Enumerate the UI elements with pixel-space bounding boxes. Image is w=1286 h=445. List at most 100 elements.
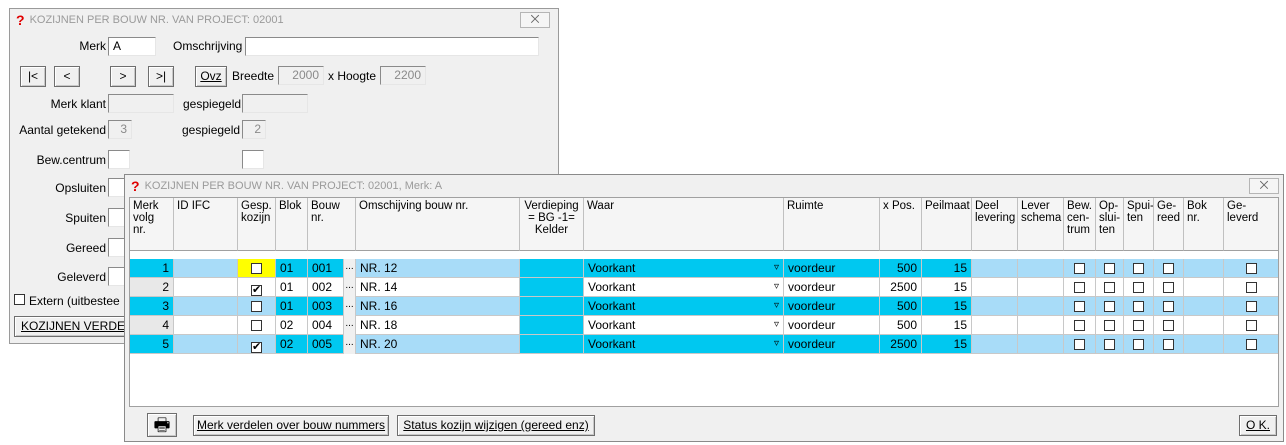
merk-verdelen-button[interactable]: Merk verdelen over bouw nummers: [193, 415, 389, 436]
hoogte-field[interactable]: 2200: [380, 66, 426, 85]
chevron-down-icon[interactable]: ▿: [774, 259, 779, 277]
table-cell[interactable]: voordeur: [784, 297, 880, 316]
table-cell[interactable]: 2500: [880, 335, 922, 354]
table-cell[interactable]: 4: [130, 316, 174, 335]
table-cell[interactable]: 2500: [880, 278, 922, 297]
table-cell[interactable]: NR. 18: [356, 316, 520, 335]
nav-last-button[interactable]: >|: [148, 66, 174, 87]
table-cell[interactable]: Voorkant ▿: [584, 335, 784, 354]
table-cell[interactable]: [1096, 335, 1124, 354]
table-cell[interactable]: [972, 297, 1018, 316]
table-cell[interactable]: [1018, 335, 1064, 354]
status-checkbox[interactable]: [1104, 282, 1115, 293]
bewcentrum-field[interactable]: [108, 150, 130, 169]
table-cell[interactable]: [972, 278, 1018, 297]
table-cell[interactable]: 15: [922, 316, 972, 335]
table-cell[interactable]: [1184, 316, 1224, 335]
table-cell[interactable]: [238, 297, 276, 316]
table-row[interactable]: 1 01 001... NR. 12 Voorkant ▿ voordeur 500 15: [130, 259, 1278, 278]
status-checkbox[interactable]: [1163, 339, 1174, 350]
table-cell[interactable]: Voorkant ▿: [584, 297, 784, 316]
status-checkbox[interactable]: [1133, 339, 1144, 350]
status-checkbox[interactable]: [1133, 320, 1144, 331]
breedte-field[interactable]: 2000: [278, 66, 324, 85]
table-cell[interactable]: 01: [276, 259, 308, 278]
gespiegeld-checkbox[interactable]: ✔: [251, 285, 262, 296]
ok-button[interactable]: O K.: [1239, 415, 1277, 436]
table-cell[interactable]: 02: [276, 335, 308, 354]
table-cell[interactable]: [1124, 335, 1154, 354]
table-cell[interactable]: 002: [308, 278, 344, 297]
table-cell[interactable]: 500: [880, 259, 922, 278]
table-cell[interactable]: [1124, 297, 1154, 316]
status-checkbox[interactable]: [1104, 263, 1115, 274]
table-cell[interactable]: 3: [130, 297, 174, 316]
table-cell[interactable]: 15: [922, 278, 972, 297]
table-cell[interactable]: [1154, 259, 1184, 278]
table-cell[interactable]: NR. 16: [356, 297, 520, 316]
table-cell[interactable]: [520, 259, 584, 278]
table-cell[interactable]: Voorkant ▿: [584, 259, 784, 278]
table-cell[interactable]: Voorkant ▿: [584, 278, 784, 297]
merk-klant-field[interactable]: [108, 94, 174, 113]
table-cell[interactable]: 1: [130, 259, 174, 278]
table-cell[interactable]: [238, 259, 276, 278]
status-checkbox[interactable]: [1163, 301, 1174, 312]
close-icon[interactable]: ⨉: [520, 12, 550, 28]
table-cell[interactable]: [1184, 335, 1224, 354]
bewcentrum-field-2[interactable]: [242, 150, 264, 169]
table-cell[interactable]: [972, 259, 1018, 278]
table-cell[interactable]: 15: [922, 259, 972, 278]
table-cell[interactable]: [1018, 278, 1064, 297]
table-cell[interactable]: 02: [276, 316, 308, 335]
chevron-down-icon[interactable]: ▿: [774, 278, 779, 296]
table-cell[interactable]: [972, 335, 1018, 354]
table-cell[interactable]: 004: [308, 316, 344, 335]
gespiegeld-field[interactable]: [242, 94, 308, 113]
table-cell[interactable]: [1096, 259, 1124, 278]
table-cell[interactable]: [238, 316, 276, 335]
table-cell[interactable]: 01: [276, 297, 308, 316]
table-row[interactable]: 2 ✔ 01 002... NR. 14 Voorkant ▿ voordeur 2500 15: [130, 278, 1278, 297]
ovz-button[interactable]: Ovz: [195, 66, 227, 87]
table-cell[interactable]: 2: [130, 278, 174, 297]
nav-prev-button[interactable]: <: [54, 66, 80, 87]
ellipsis-button[interactable]: ...: [344, 316, 356, 335]
table-cell[interactable]: [1224, 259, 1278, 278]
status-checkbox[interactable]: [1104, 301, 1115, 312]
table-cell[interactable]: [1096, 316, 1124, 335]
close-icon[interactable]: ⨉: [1249, 178, 1279, 194]
status-checkbox[interactable]: [1246, 320, 1257, 331]
table-cell[interactable]: [1224, 335, 1278, 354]
kozijnen-verdelen-button[interactable]: KOZIJNEN VERDE: [14, 316, 132, 337]
table-cell[interactable]: [1184, 297, 1224, 316]
status-checkbox[interactable]: [1133, 282, 1144, 293]
status-checkbox[interactable]: [1246, 339, 1257, 350]
table-cell[interactable]: [1018, 259, 1064, 278]
table-cell[interactable]: [1064, 259, 1096, 278]
table-cell[interactable]: [520, 316, 584, 335]
table-cell[interactable]: [1124, 259, 1154, 278]
table-cell[interactable]: ✔: [238, 278, 276, 297]
status-checkbox[interactable]: [1104, 320, 1115, 331]
table-cell[interactable]: 15: [922, 297, 972, 316]
table-cell[interactable]: voordeur: [784, 335, 880, 354]
status-checkbox[interactable]: [1074, 282, 1085, 293]
table-cell[interactable]: [1154, 278, 1184, 297]
table-cell[interactable]: [174, 278, 238, 297]
table-cell[interactable]: voordeur: [784, 316, 880, 335]
table-cell[interactable]: [1124, 316, 1154, 335]
ellipsis-button[interactable]: ...: [344, 297, 356, 316]
table-cell[interactable]: [1018, 316, 1064, 335]
table-cell[interactable]: [1096, 297, 1124, 316]
gespiegeld-checkbox[interactable]: [251, 301, 262, 312]
ellipsis-button[interactable]: ...: [344, 278, 356, 297]
table-cell[interactable]: [174, 297, 238, 316]
status-checkbox[interactable]: [1074, 339, 1085, 350]
table-row[interactable]: 3 01 003... NR. 16 Voorkant ▿ voordeur 500 15: [130, 297, 1278, 316]
table-cell[interactable]: 5: [130, 335, 174, 354]
table-cell[interactable]: [520, 335, 584, 354]
gespiegeld-checkbox[interactable]: ✔: [251, 342, 262, 353]
table-cell[interactable]: [174, 335, 238, 354]
table-cell[interactable]: [1064, 278, 1096, 297]
